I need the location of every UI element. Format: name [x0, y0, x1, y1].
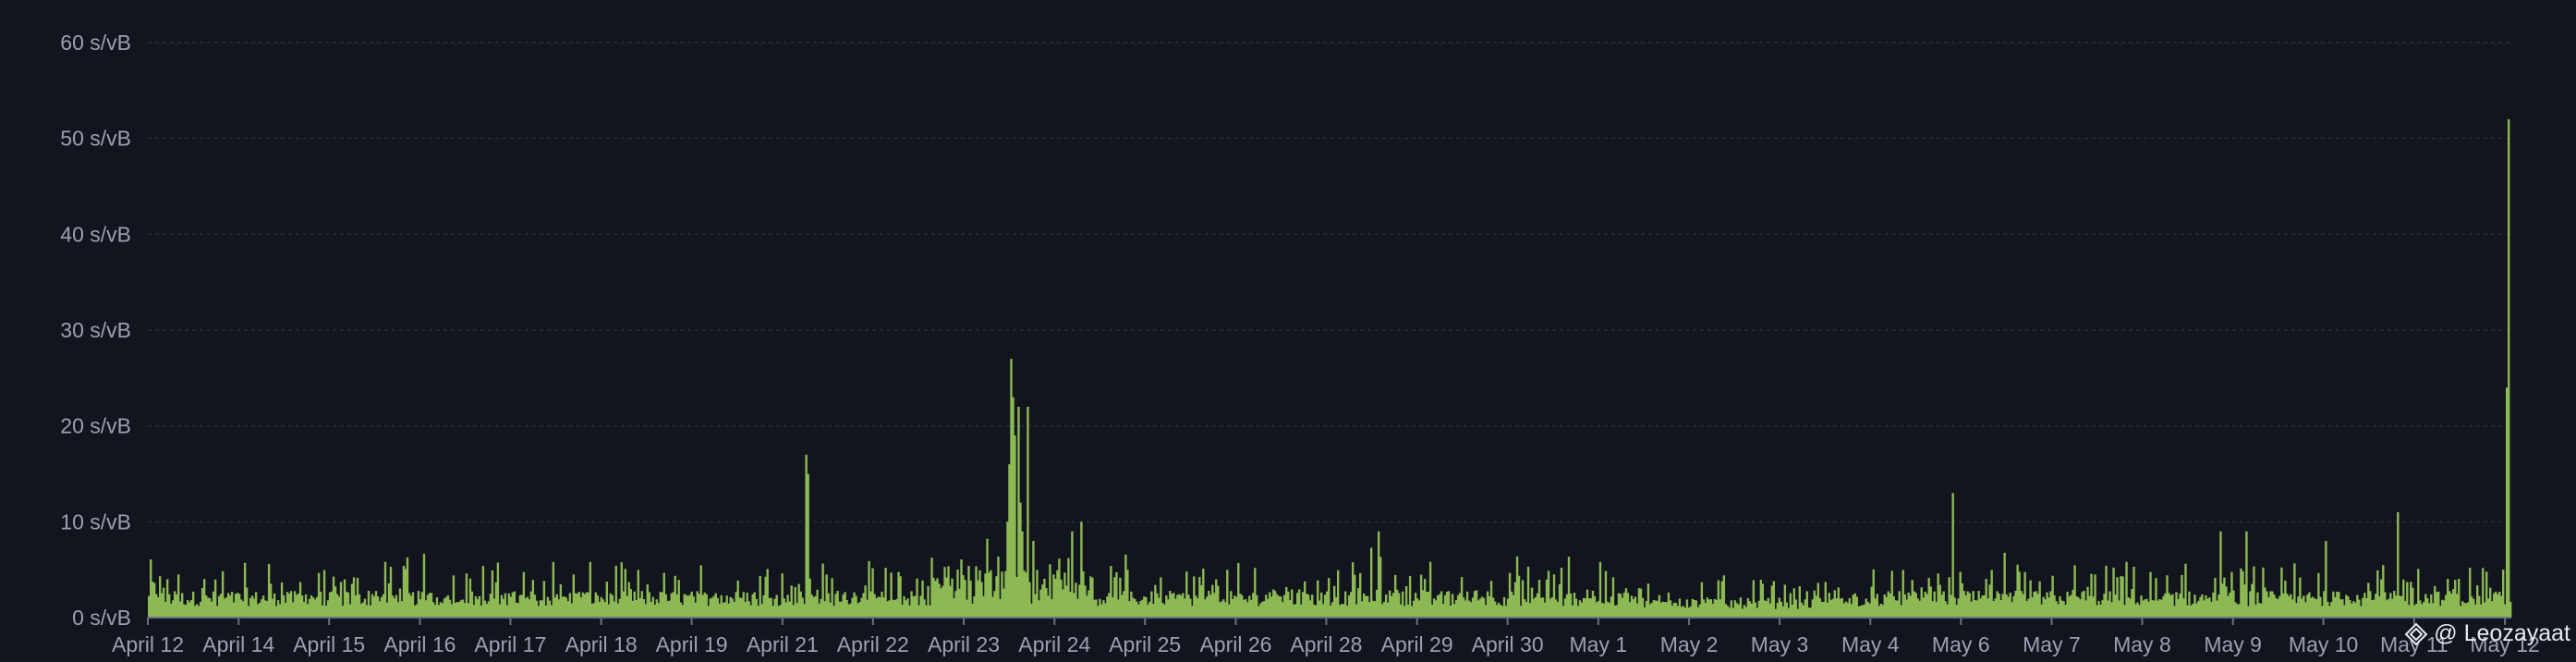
- y-tick-label: 30 s/vB: [60, 318, 131, 342]
- x-tick-label: May 4: [1841, 632, 1900, 656]
- x-tick-label: April 16: [383, 632, 456, 656]
- watermark: @ Leozayaat: [2404, 620, 2570, 647]
- x-tick-label: May 1: [1570, 632, 1628, 656]
- x-tick-label: May 9: [2204, 632, 2262, 656]
- x-tick-label: April 26: [1199, 632, 1271, 656]
- x-tick-label: April 24: [1018, 632, 1090, 656]
- x-tick-label: April 29: [1381, 632, 1453, 656]
- x-tick-label: April 15: [293, 632, 365, 656]
- fee-bar: [2509, 601, 2512, 618]
- grid-layer: [148, 42, 2511, 523]
- x-tick-label: April 19: [656, 632, 728, 656]
- x-tick-label: April 30: [1472, 632, 1544, 656]
- x-tick-labels: April 12 April 14 April 15 April 16 April 17…: [112, 632, 2540, 656]
- x-tick-label: May 3: [1751, 632, 1809, 656]
- bars-layer: [148, 118, 2512, 618]
- y-tick-labels: 0 s/vB 10 s/vB 20 s/vB 30 s/vB 40 s/vB 50 s/v…: [60, 31, 131, 630]
- y-tick-label: 20 s/vB: [60, 414, 131, 438]
- y-tick-label: 60 s/vB: [60, 31, 131, 55]
- x-tick-label: May 2: [1660, 632, 1719, 656]
- x-tick-label: April 22: [837, 632, 909, 656]
- bitcoin-diamond-icon: [2404, 622, 2428, 645]
- y-tick-label: 10 s/vB: [60, 509, 131, 533]
- fee-bar: [2508, 118, 2510, 618]
- x-tick-label: April 28: [1290, 632, 1362, 656]
- x-tick-label: April 18: [565, 632, 638, 656]
- axis-layer: [147, 617, 2511, 625]
- y-tick-label: 50 s/vB: [60, 127, 131, 151]
- x-tick-label: May 7: [2023, 632, 2081, 656]
- y-tick-label: 0 s/vB: [72, 606, 131, 630]
- x-tick-label: May 10: [2289, 632, 2358, 656]
- x-tick-label: April 17: [474, 632, 546, 656]
- x-tick-label: May 6: [1932, 632, 1990, 656]
- x-tick-label: April 12: [112, 632, 184, 656]
- x-tick-label: April 21: [747, 632, 819, 656]
- x-tick-label: April 23: [928, 632, 1000, 656]
- x-tick-label: April 14: [202, 632, 274, 656]
- x-tick-label: May 8: [2113, 632, 2171, 656]
- chart-canvas: 0 s/vB 10 s/vB 20 s/vB 30 s/vB 40 s/vB 50 s/v…: [60, 31, 2540, 656]
- x-tick-label: April 25: [1109, 632, 1181, 656]
- y-tick-label: 40 s/vB: [60, 222, 131, 246]
- fee-rate-chart: 0 s/vB 10 s/vB 20 s/vB 30 s/vB 40 s/vB 50 s/v…: [0, 0, 2576, 662]
- watermark-text: @ Leozayaat: [2434, 620, 2570, 646]
- fee-bar: [2245, 531, 2248, 618]
